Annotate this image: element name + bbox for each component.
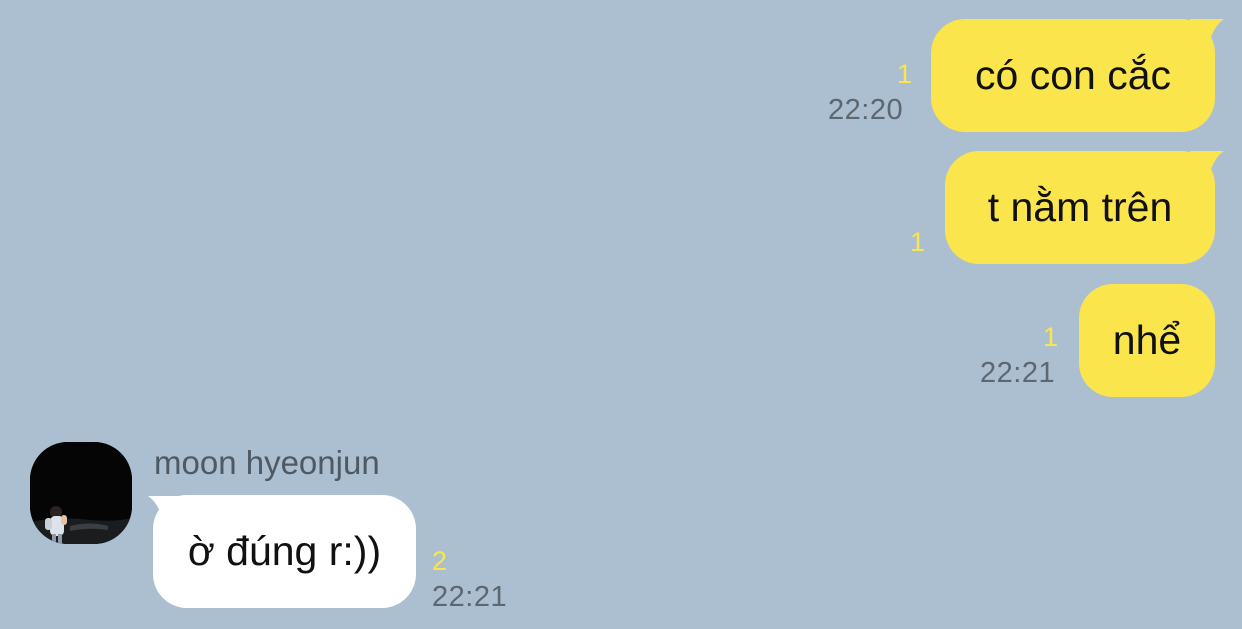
unread-count: 1 (897, 59, 913, 89)
message-timestamp: 22:21 (980, 357, 1056, 389)
chat-room-view[interactable]: có con cắc 1 22:20 t nằm trên 1 nhể 1 22… (0, 0, 1242, 629)
message-timestamp: 22:20 (828, 94, 904, 126)
person-silhouette-icon (30, 442, 132, 544)
sender-name: moon hyeonjun (154, 444, 380, 481)
unread-count: 1 (910, 227, 926, 257)
outgoing-message-bubble[interactable]: có con cắc (931, 19, 1215, 132)
outgoing-message-bubble[interactable]: nhể (1079, 284, 1215, 397)
unread-count: 2 (432, 546, 448, 576)
message-text: ờ đúng r:)) (187, 528, 382, 574)
incoming-message-bubble[interactable]: ờ đúng r:)) (153, 495, 416, 608)
bubble-tail-icon (1190, 19, 1224, 49)
message-text: nhể (1112, 317, 1182, 363)
bubble-tail-icon (1190, 151, 1224, 181)
message-text: t nằm trên (987, 184, 1173, 230)
unread-count: 1 (1043, 322, 1059, 352)
profile-photo-icon[interactable] (30, 442, 132, 544)
message-timestamp: 22:21 (432, 581, 508, 613)
message-text: có con cắc (975, 52, 1171, 98)
outgoing-message-bubble[interactable]: t nằm trên (945, 151, 1215, 264)
